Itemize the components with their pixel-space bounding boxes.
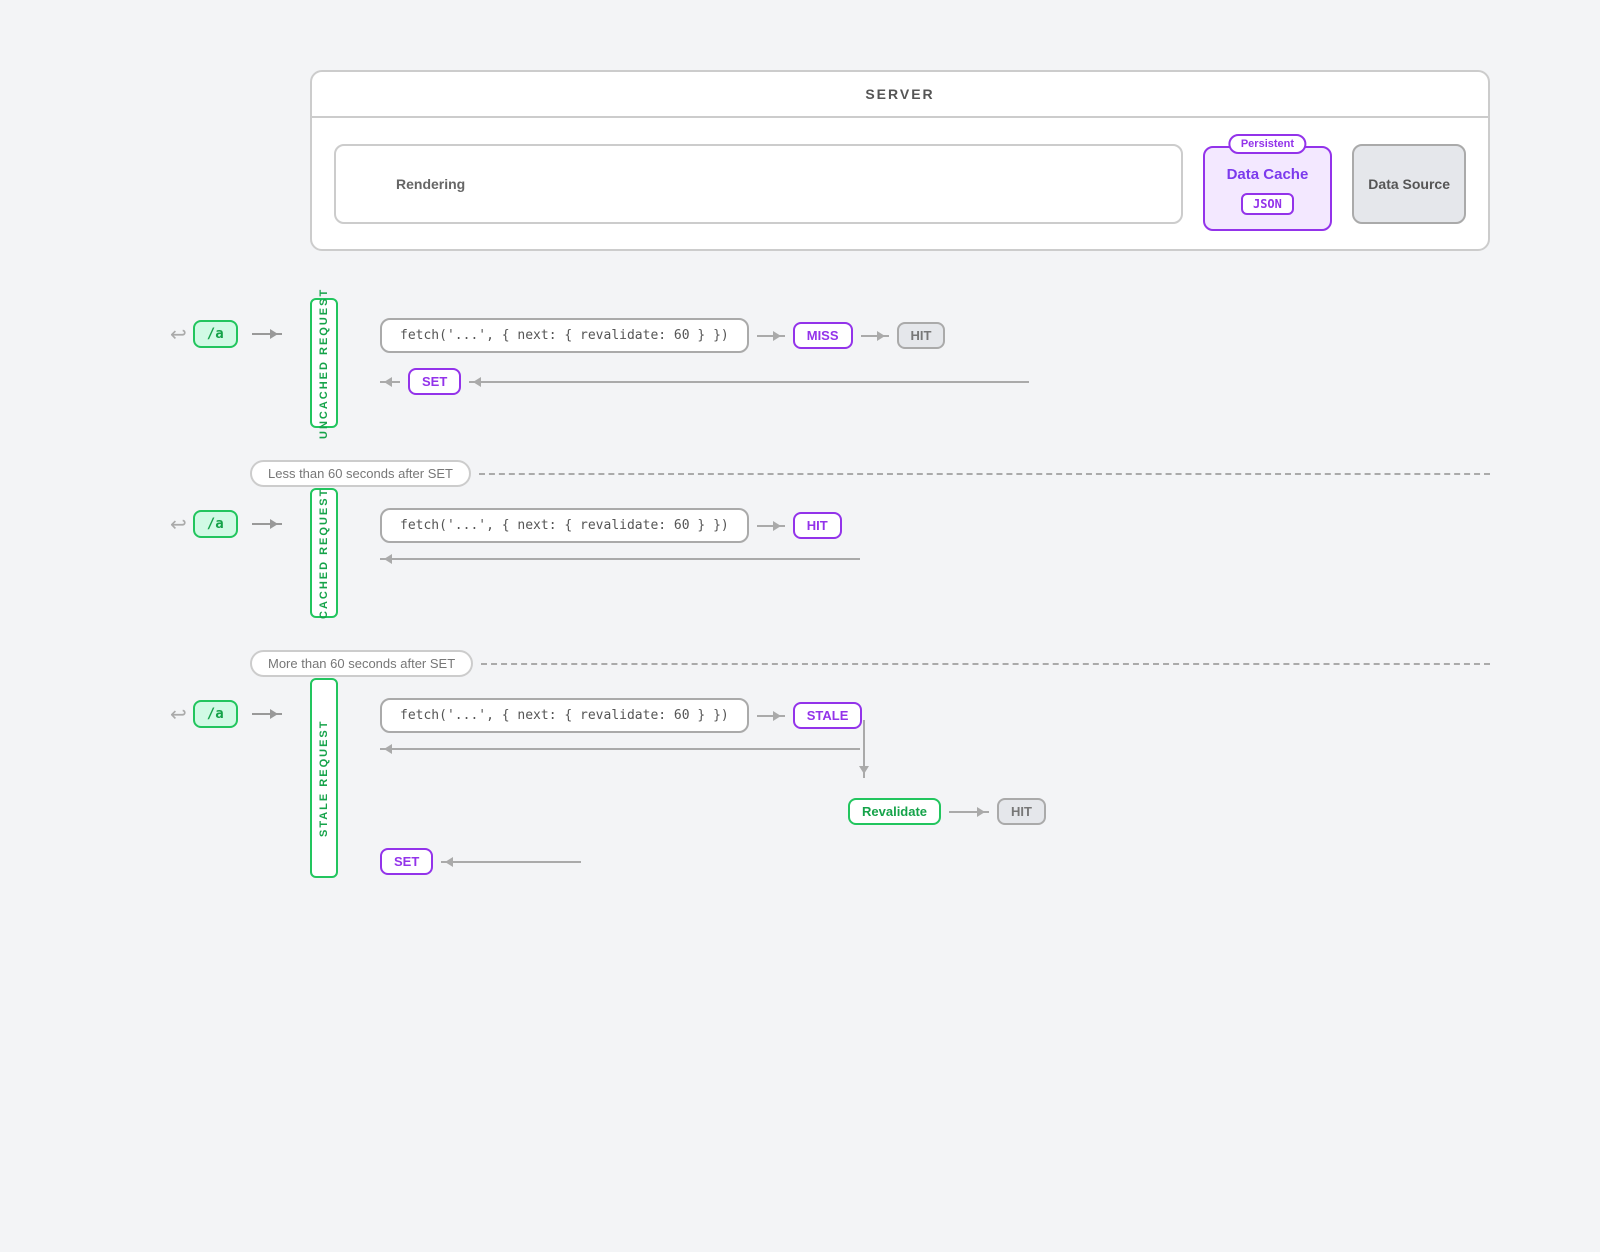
return-line-3 (380, 748, 860, 750)
cached-label-box: CACHED REQUEST (310, 488, 338, 618)
uncached-set-row: SET (380, 368, 1029, 395)
separator-less: Less than 60 seconds after SET (250, 460, 1490, 487)
uncached-request-label: UNCACHED REQUEST (310, 298, 338, 428)
separator-more: More than 60 seconds after SET (250, 650, 1490, 677)
uncached-label-box: UNCACHED REQUEST (310, 298, 338, 428)
route-1-label: /a (193, 320, 238, 348)
cached-fetch-code: fetch('...', { next: { revalidate: 60 } … (380, 508, 749, 543)
cached-fetch-row: fetch('...', { next: { revalidate: 60 } … (380, 508, 842, 543)
route-3-area: ↩ /a (170, 700, 282, 728)
curl-2: ↩ (170, 512, 187, 537)
separator-less-line (479, 473, 1490, 475)
route-1-area: ↩ /a (170, 320, 282, 348)
rendering-box: Rendering (334, 144, 1183, 224)
curl-1: ↩ (170, 322, 187, 347)
arrow-revalidate-to-hit (949, 811, 989, 813)
revalidate-row: Revalidate HIT (380, 798, 1046, 825)
data-cache-box: Data Cache JSON (1203, 146, 1333, 231)
rendering-label: Rendering (396, 176, 465, 192)
return-line-1 (469, 381, 1029, 383)
data-source-box: Data Source (1352, 144, 1466, 224)
data-cache-label: Data Cache (1227, 166, 1309, 183)
hit-badge-1: HIT (897, 322, 946, 349)
uncached-fetch-row: fetch('...', { next: { revalidate: 60 } … (380, 318, 945, 353)
hit-badge-3: HIT (997, 798, 1046, 825)
route-2-label: /a (193, 510, 238, 538)
separator-more-line (481, 663, 1490, 665)
arrow-to-hit-2 (757, 525, 785, 527)
curl-3: ↩ (170, 702, 187, 727)
route-2-area: ↩ /a (170, 510, 282, 538)
arrow-to-stale-badge (757, 715, 785, 717)
route-3-label: /a (193, 700, 238, 728)
stale-label-box: STALE REQUEST (310, 678, 338, 878)
revalidate-badge: Revalidate (848, 798, 941, 825)
arrow-set (380, 381, 400, 383)
hit-badge-2: HIT (793, 512, 842, 539)
return-line-2 (380, 558, 860, 560)
miss-badge: MISS (793, 322, 853, 349)
stale-down-arrow (863, 720, 865, 778)
json-badge: JSON (1241, 193, 1294, 215)
more-than-label: More than 60 seconds after SET (250, 650, 473, 677)
set-badge-1: SET (408, 368, 461, 395)
arrow-to-cached (252, 523, 282, 525)
stale-return-row (380, 748, 860, 750)
less-than-label: Less than 60 seconds after SET (250, 460, 471, 487)
persistent-badge: Persistent (1229, 134, 1306, 154)
diagram-container: SERVER Rendering Persistent Data Cache J… (0, 0, 1600, 1252)
stale-fetch-code: fetch('...', { next: { revalidate: 60 } … (380, 698, 749, 733)
stale-request-label: STALE REQUEST (310, 678, 338, 878)
data-cache-area: Persistent Data Cache JSON (1203, 146, 1333, 231)
server-box: SERVER Rendering Persistent Data Cache J… (310, 70, 1490, 251)
arrow-to-stale (252, 713, 282, 715)
set-badge-2: SET (380, 848, 433, 875)
cached-return-row (380, 558, 860, 560)
data-source-label: Data Source (1368, 176, 1450, 192)
stale-set-row: SET (380, 848, 581, 875)
set-right-side (441, 861, 581, 863)
arrow-to-miss (757, 335, 785, 337)
arrow-miss-to-hit (861, 335, 889, 337)
stale-fetch-row: fetch('...', { next: { revalidate: 60 } … (380, 698, 862, 733)
uncached-fetch-code: fetch('...', { next: { revalidate: 60 } … (380, 318, 749, 353)
arrow-to-uncached (252, 333, 282, 335)
stale-badge: STALE (793, 702, 863, 729)
server-title: SERVER (312, 72, 1488, 118)
cached-request-label: CACHED REQUEST (310, 488, 338, 618)
